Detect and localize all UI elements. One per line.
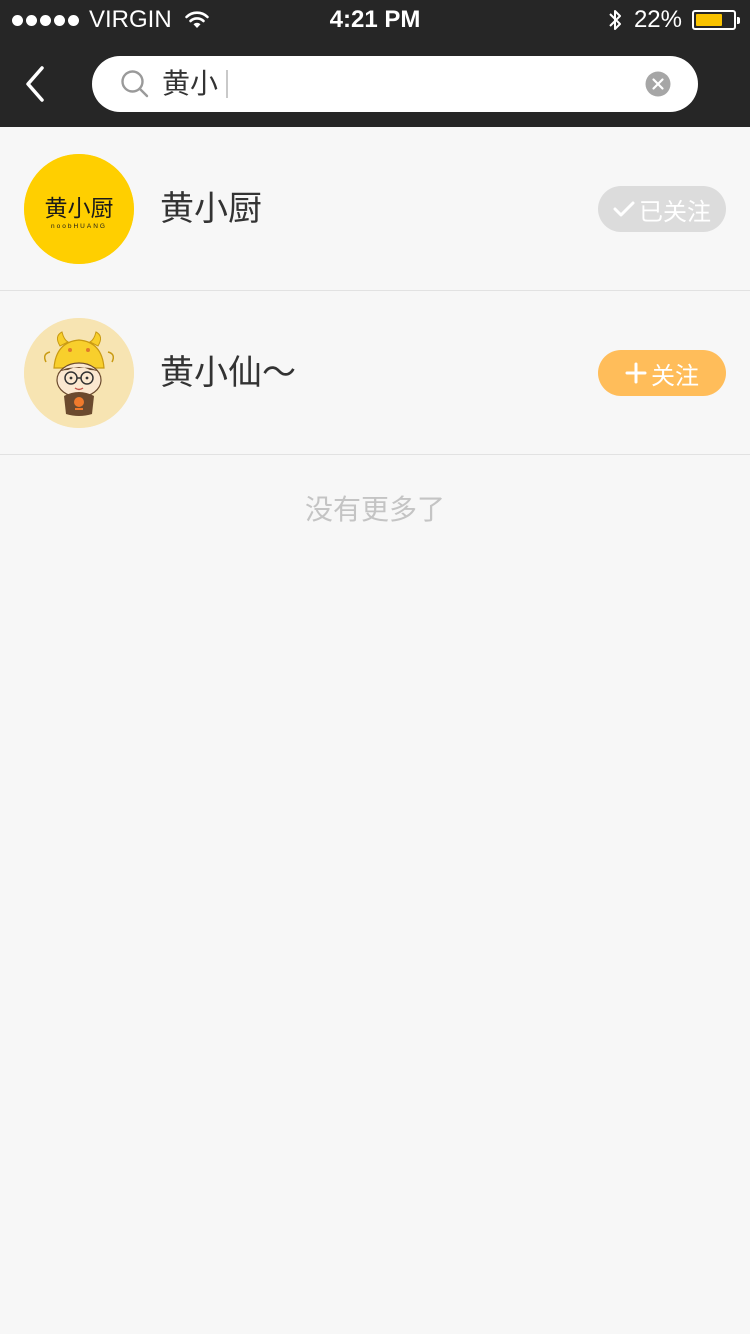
plus-icon (625, 362, 647, 384)
follow-button-label: 关注 (651, 361, 699, 390)
top-bar: VIRGIN 4:21 PM 22% 黄小 (0, 0, 750, 127)
search-input[interactable]: 黄小 (162, 56, 632, 112)
result-row[interactable]: 黄小厨 noobHUANG 黄小厨 已关注 (0, 127, 750, 291)
brand-logo-avatar: 黄小厨 noobHUANG (24, 154, 134, 264)
result-row[interactable]: 黄小仙～ 关注 (0, 291, 750, 455)
battery-icon (692, 10, 740, 30)
text-caret (226, 70, 229, 98)
followed-button[interactable]: 已关注 (598, 186, 726, 232)
bluetooth-icon (609, 10, 621, 30)
no-more-results: 没有更多了 (304, 493, 445, 526)
back-arrow-icon[interactable] (18, 62, 54, 106)
search-icon (121, 70, 149, 98)
check-icon (613, 201, 635, 217)
avatar-logo-subtext: noobHUANG (51, 223, 107, 230)
search-input-value: 黄小 (162, 67, 219, 100)
avatar[interactable] (24, 318, 134, 428)
clear-search-icon[interactable] (645, 71, 671, 97)
avatar-logo-text: 黄小厨 (45, 196, 114, 222)
follow-button[interactable]: 关注 (598, 350, 726, 396)
cartoon-character-avatar (24, 318, 134, 428)
search-bar[interactable]: 黄小 (92, 56, 698, 112)
status-bar: VIRGIN 4:21 PM 22% (0, 0, 750, 40)
user-name[interactable]: 黄小仙～ (160, 291, 296, 455)
followed-button-label: 已关注 (639, 197, 711, 226)
user-name[interactable]: 黄小厨 (160, 127, 262, 291)
battery-level (696, 14, 722, 26)
battery-percent: 22% (633, 6, 682, 33)
status-right-group: 22% (608, 6, 740, 34)
avatar[interactable]: 黄小厨 noobHUANG (24, 154, 134, 264)
